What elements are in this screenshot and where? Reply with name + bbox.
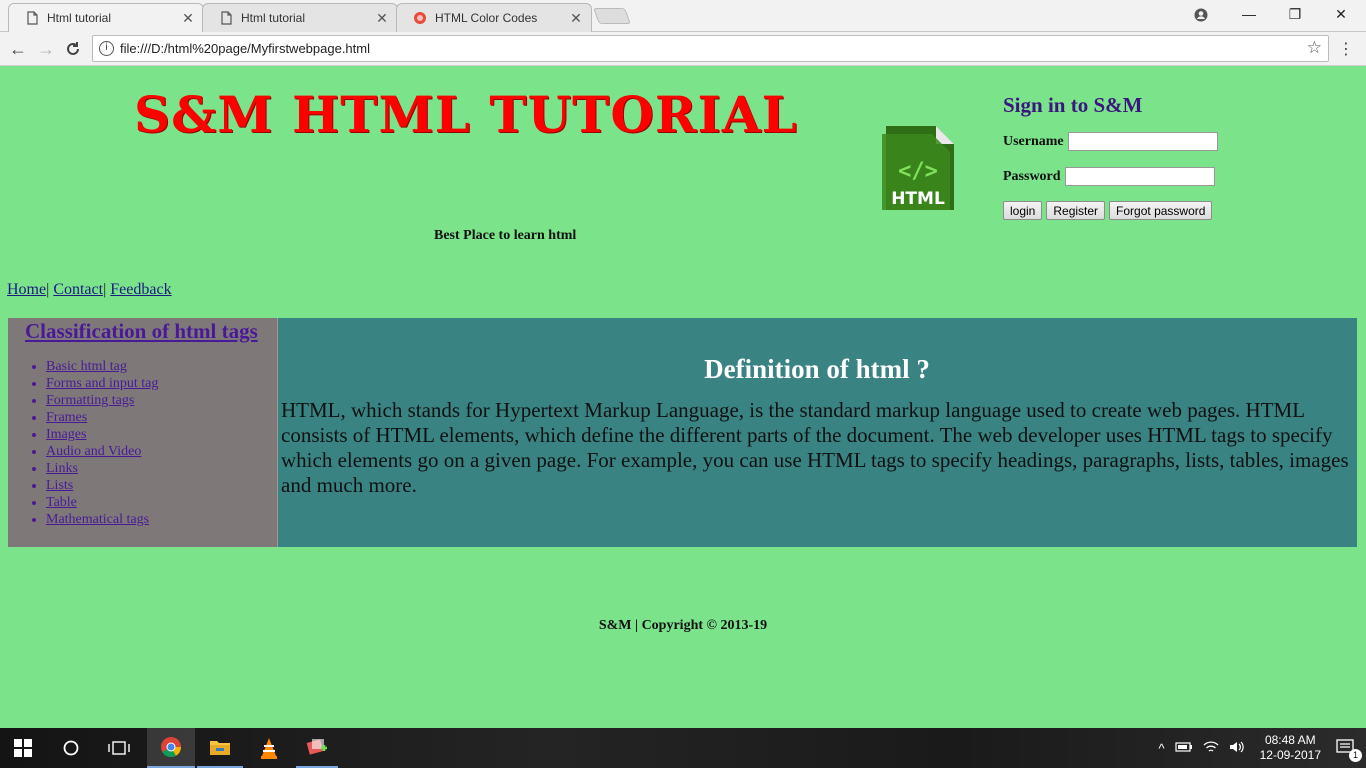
main-heading: Definition of html ? [704,354,930,384]
list-item: Lists [46,477,277,494]
forgot-password-button[interactable]: Forgot password [1109,201,1213,220]
close-icon[interactable]: ✕ [375,10,389,27]
list-item: Images [46,426,277,443]
bookmark-star-icon[interactable]: ☆ [1307,38,1322,58]
sidebar-link-links[interactable]: Links [46,461,78,476]
tab-title: Html tutorial [47,11,112,25]
info-icon[interactable]: i [99,41,114,56]
sidebar-link-images[interactable]: Images [46,427,86,442]
close-icon[interactable]: ✕ [181,10,195,27]
list-item: Forms and input tag [46,375,277,392]
close-icon[interactable]: ✕ [569,10,583,27]
volume-icon[interactable] [1229,740,1245,757]
signin-form: Sign in to S&M Username Password login R… [1003,93,1218,220]
minimize-button[interactable]: — [1226,0,1272,30]
address-bar[interactable]: i file:///D:/html%20page/Myfirstwebpage.… [92,35,1329,62]
nav-separator: | [46,281,50,298]
svg-text:</>: </> [898,159,938,184]
footer-copyright: S&M | Copyright © 2013-19 [598,618,768,633]
tab-title: HTML Color Codes [435,11,538,25]
windows-taskbar: ^ 08:48 AM 12-09-2017 1 [0,728,1366,768]
main-content: Definition of html ? HTML, which stands … [278,318,1357,547]
sidebar-link-lists[interactable]: Lists [46,478,73,493]
list-item: Table [46,494,277,511]
register-button[interactable]: Register [1046,201,1106,220]
tab-html-color-codes[interactable]: HTML Color Codes ✕ [396,3,592,32]
password-label: Password [1003,168,1061,184]
battery-icon[interactable] [1175,741,1193,756]
signin-heading: Sign in to S&M [1003,93,1143,117]
wifi-icon[interactable] [1203,740,1219,757]
sidebar-link-basic-html-tag[interactable]: Basic html tag [46,359,127,374]
notification-badge: 1 [1349,748,1362,762]
sidebar-link-mathematical-tags[interactable]: Mathematical tags [46,512,149,527]
chrome-icon[interactable] [147,728,195,768]
sidebar: Classification of html tags Basic html t… [8,318,278,547]
nav-feedback-link[interactable]: Feedback [110,281,171,298]
tag-category-list: Basic html tag Forms and input tag Forma… [46,358,277,528]
chevron-up-icon[interactable]: ^ [1159,741,1165,756]
username-field[interactable] [1067,132,1218,151]
profile-icon[interactable] [1178,0,1224,30]
file-explorer-icon[interactable] [197,728,243,768]
system-clock[interactable]: 08:48 AM 12-09-2017 [1260,733,1321,763]
forward-arrow-icon[interactable]: → [34,37,58,61]
color-wheel-icon [413,11,427,25]
username-label: Username [1003,133,1064,149]
login-button[interactable]: login [1003,201,1043,220]
list-item: Frames [46,409,277,426]
nav-contact-link[interactable]: Contact [53,281,103,298]
web-page: S&M HTML TUTORIAL </> HTML Best Place to… [0,67,1366,728]
browser-menu-icon[interactable]: ⋮ [1338,39,1354,58]
new-tab-button[interactable] [593,8,631,24]
definition-paragraph: HTML, which stands for Hypertext Markup … [281,398,1349,497]
reload-icon[interactable] [61,37,85,61]
nav-home-link[interactable]: Home [7,281,46,298]
list-item: Links [46,460,277,477]
browser-toolbar: ← → i file:///D:/html%20page/Myfirstwebp… [0,32,1366,66]
sidebar-link-table[interactable]: Table [46,495,77,510]
clock-date: 12-09-2017 [1259,748,1321,762]
page-icon [219,11,233,25]
back-arrow-icon[interactable]: ← [6,37,30,61]
list-item: Audio and Video [46,443,277,460]
maximize-button[interactable]: ❐ [1272,0,1318,30]
app-launcher-icon[interactable] [296,728,338,768]
list-item: Formatting tags [46,392,277,409]
windows-start-icon[interactable] [0,728,46,768]
svg-text:HTML: HTML [891,189,945,209]
sidebar-link-audio-and-video[interactable]: Audio and Video [46,444,141,459]
task-view-icon[interactable] [96,728,142,768]
content-table: Classification of html tags Basic html t… [8,318,1357,547]
search-circle-icon[interactable] [48,728,94,768]
tab-html-tutorial-2[interactable]: Html tutorial ✕ [202,3,398,32]
clock-time: 08:48 AM [1264,733,1316,747]
sidebar-link-formatting-tags[interactable]: Formatting tags [46,393,134,408]
sidebar-link-forms-and-input[interactable]: Forms and input tag [46,376,158,391]
tab-title: Html tutorial [241,11,306,25]
top-navigation: Home| Contact| Feedback [7,281,172,299]
address-url: file:///D:/html%20page/Myfirstwebpage.ht… [120,41,370,56]
window-close-button[interactable]: ✕ [1318,0,1364,30]
password-field[interactable] [1064,167,1215,186]
html-file-logo: </> HTML [880,122,958,216]
site-title: S&M HTML TUTORIAL [134,85,798,144]
nav-separator: | [103,281,107,298]
vlc-icon[interactable] [246,728,292,768]
list-item: Mathematical tags [46,511,277,528]
tagline: Best Place to learn html [434,228,577,243]
browser-tab-strip: Html tutorial ✕ Html tutorial ✕ HTML Col… [0,0,1366,32]
list-item: Basic html tag [46,358,277,375]
tab-html-tutorial-1[interactable]: Html tutorial ✕ [8,3,204,32]
notification-center-icon[interactable]: 1 [1336,738,1362,762]
system-tray: ^ 08:48 AM 12-09-2017 1 [1154,728,1366,768]
page-icon [25,11,39,25]
sidebar-link-frames[interactable]: Frames [46,410,87,425]
sidebar-heading[interactable]: Classification of html tags [25,319,277,344]
